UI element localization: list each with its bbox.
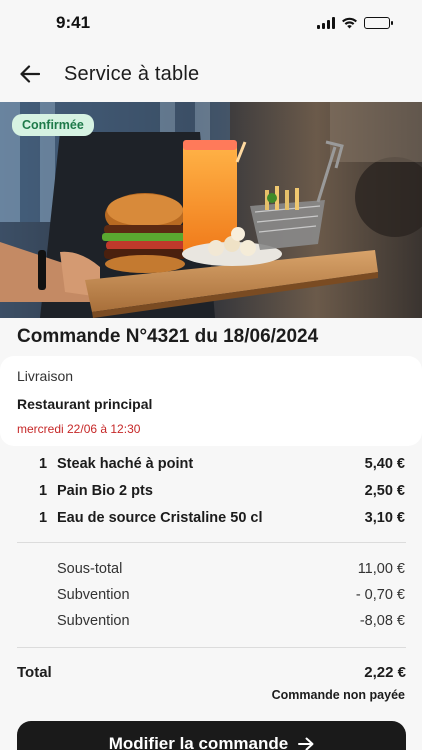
total-row: Total 2,22 € xyxy=(17,664,406,681)
status-badge: Confirmée xyxy=(12,114,94,136)
summary-label: Subvention xyxy=(57,613,130,629)
subtotal-row: Sous-total 11,00 € xyxy=(0,556,422,582)
app-header: Service à table xyxy=(0,50,422,98)
list-item: 1 Eau de source Cristaline 50 cl 3,10 € xyxy=(0,504,422,531)
summary-label: Sous-total xyxy=(57,561,123,577)
arrow-right-icon xyxy=(298,737,314,750)
summary-value: 11,00 € xyxy=(357,561,405,577)
total-label: Total xyxy=(17,664,52,681)
payment-status: Commande non payée xyxy=(271,688,405,702)
back-button[interactable] xyxy=(10,54,50,94)
delivery-card: Livraison Restaurant principal mercredi … xyxy=(0,356,422,446)
item-quantity: 1 xyxy=(39,455,48,472)
item-quantity: 1 xyxy=(39,482,48,499)
item-name: Eau de source Cristaline 50 cl xyxy=(57,509,263,526)
subsidy-row: Subvention -8,08 € xyxy=(0,608,422,634)
delivery-type: Livraison xyxy=(17,368,74,384)
modify-order-button[interactable]: Modifier la commande xyxy=(17,721,406,750)
hero-image: Confirmée xyxy=(0,102,422,318)
list-item: 1 Pain Bio 2 pts 2,50 € xyxy=(0,477,422,504)
battery-icon xyxy=(364,17,393,29)
subsidy-row: Subvention - 0,70 € xyxy=(0,582,422,608)
total-value: 2,22 € xyxy=(364,664,406,681)
price-summary: Sous-total 11,00 € Subvention - 0,70 € S… xyxy=(0,556,422,634)
order-items-list: 1 Steak haché à point 5,40 € 1 Pain Bio … xyxy=(0,450,422,531)
item-name: Pain Bio 2 pts xyxy=(57,482,153,499)
arrow-left-icon xyxy=(20,65,40,83)
item-name: Steak haché à point xyxy=(57,455,194,472)
item-price: 2,50 € xyxy=(364,482,405,499)
wifi-icon xyxy=(342,17,357,29)
order-title: Commande N°4321 du 18/06/2024 xyxy=(17,326,319,347)
item-price: 3,10 € xyxy=(364,509,405,526)
status-time: 9:41 xyxy=(56,13,91,32)
summary-label: Subvention xyxy=(57,587,130,603)
modify-order-label: Modifier la commande xyxy=(108,734,289,750)
delivery-date: mercredi 22/06 à 12:30 xyxy=(17,422,141,436)
list-item: 1 Steak haché à point 5,40 € xyxy=(0,450,422,477)
summary-value: -8,08 € xyxy=(359,613,405,629)
item-price: 5,40 € xyxy=(364,455,405,472)
item-quantity: 1 xyxy=(39,509,48,526)
cellular-signal-icon xyxy=(317,17,335,29)
status-bar: 9:41 xyxy=(0,0,422,46)
page-title: Service à table xyxy=(64,62,200,85)
divider xyxy=(17,542,406,543)
summary-value: - 0,70 € xyxy=(355,587,405,603)
delivery-place: Restaurant principal xyxy=(17,396,153,412)
divider xyxy=(17,647,406,648)
status-icons xyxy=(317,17,393,29)
